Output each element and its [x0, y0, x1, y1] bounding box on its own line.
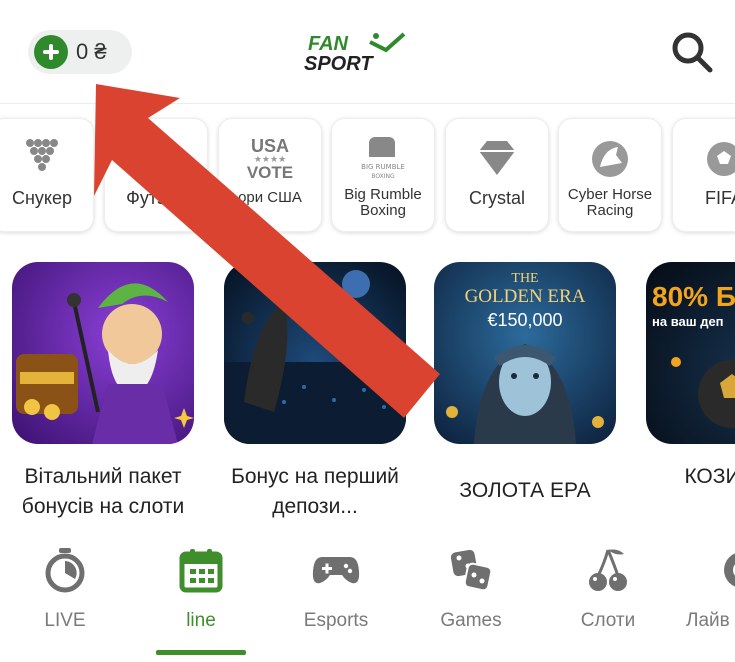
- category-label: Cyber Horse Racing: [567, 186, 653, 219]
- category-label: Снукер: [11, 188, 73, 208]
- cherries-icon: [553, 544, 663, 596]
- stopwatch-icon: [10, 544, 120, 596]
- nav-label: Лайв: [686, 610, 730, 631]
- app-screen: 0 ₴ FAN SPORT Снукер Футзал USA ★★★★ VOT…: [0, 0, 735, 662]
- svg-text:GOLDEN ERA: GOLDEN ERA: [465, 286, 586, 307]
- gamepad-icon: [281, 544, 391, 596]
- horse-icon: [559, 129, 661, 189]
- promo-image-slots-wizard[interactable]: [12, 262, 194, 444]
- search-icon[interactable]: [668, 28, 716, 76]
- svg-text:USA: USA: [251, 136, 289, 156]
- boxing-glove-icon: BIG RUMBLE BOXING: [332, 129, 434, 189]
- nav-line[interactable]: line: [146, 536, 256, 656]
- balance-amount: 0 ₴: [76, 39, 107, 64]
- nav-label: Слоти: [580, 610, 636, 631]
- promo-card[interactable]: THE GOLDEN ERA €150,000 ЗОЛОТА ЕРА: [434, 262, 616, 506]
- promo-card[interactable]: Вітальний пакет бонусів на слоти: [12, 262, 194, 522]
- svg-text:SPORT: SPORT: [304, 53, 374, 75]
- svg-text:на ваш деп: на ваш деп: [652, 314, 724, 329]
- category-fifa[interactable]: FIFA: [672, 118, 735, 232]
- category-usa-elections[interactable]: USA ★★★★ VOTE ори США: [218, 118, 322, 232]
- promo-image-bonus-deposit[interactable]: 80% Б на ваш деп: [646, 262, 735, 444]
- promo-carousel: Вітальний пакет бонусів на слоти Бонус н…: [0, 262, 735, 522]
- nav-live[interactable]: LIVE: [10, 536, 120, 656]
- nav-esports[interactable]: Esports: [281, 536, 391, 656]
- top-header: 0 ₴ FAN SPORT: [0, 0, 735, 104]
- diamond-icon: [446, 129, 548, 189]
- promo-card[interactable]: Бонус на перший депози...: [224, 262, 406, 522]
- add-funds-icon[interactable]: [34, 35, 68, 69]
- promo-caption: Бонус на перший депози...: [231, 465, 399, 518]
- svg-text:BOXING: BOXING: [371, 173, 395, 180]
- nav-label: Esports: [303, 610, 369, 631]
- chip-icon: [684, 544, 735, 596]
- promo-image-golden-era[interactable]: THE GOLDEN ERA €150,000: [434, 262, 616, 444]
- svg-text:€150,000: €150,000: [487, 310, 562, 330]
- category-label: Big Rumble Boxing: [344, 186, 422, 219]
- fansport-logo[interactable]: FAN SPORT: [300, 28, 420, 78]
- active-tab-indicator: [156, 650, 246, 655]
- nav-live-casino[interactable]: Лайв: [684, 536, 735, 656]
- dice-icon: [416, 544, 526, 596]
- promo-card[interactable]: 80% Б на ваш деп КОЗИ СЕР: [646, 262, 735, 492]
- sport-categories: Снукер Футзал USA ★★★★ VOTE ори США BIG …: [0, 118, 735, 234]
- svg-text:VOTE: VOTE: [247, 163, 293, 182]
- svg-text:FAN: FAN: [308, 33, 349, 55]
- calendar-icon: [146, 544, 256, 596]
- futsal-icon: [105, 129, 207, 189]
- usa-vote-icon: USA ★★★★ VOTE: [219, 129, 321, 189]
- svg-text:80% Б: 80% Б: [652, 281, 735, 312]
- promo-caption: КОЗИ СЕР: [684, 465, 735, 488]
- bottom-navigation: LIVE line Esports Games Слоти Лайв: [0, 536, 735, 662]
- svg-text:BIG RUMBLE: BIG RUMBLE: [361, 163, 405, 171]
- promo-caption: ЗОЛОТА ЕРА: [459, 479, 591, 502]
- category-futsal[interactable]: Футзал: [104, 118, 208, 232]
- nav-label: LIVE: [44, 610, 86, 631]
- football-icon: [673, 129, 735, 189]
- promo-image-first-deposit[interactable]: [224, 262, 406, 444]
- category-snooker[interactable]: Снукер: [0, 118, 94, 232]
- category-label: Футзал: [126, 188, 186, 208]
- nav-games[interactable]: Games: [416, 536, 526, 656]
- category-crystal[interactable]: Crystal: [445, 118, 549, 232]
- nav-label: Games: [440, 610, 502, 631]
- nav-slots[interactable]: Слоти: [553, 536, 663, 656]
- category-label: FIFA: [704, 188, 735, 208]
- category-big-rumble-boxing[interactable]: BIG RUMBLE BOXING Big Rumble Boxing: [331, 118, 435, 232]
- category-cyber-horse-racing[interactable]: Cyber Horse Racing: [558, 118, 662, 232]
- svg-text:THE: THE: [511, 271, 538, 286]
- balance-button[interactable]: 0 ₴: [28, 30, 132, 74]
- category-label: Crystal: [468, 188, 525, 208]
- nav-label: line: [186, 610, 216, 631]
- snooker-icon: [0, 129, 93, 189]
- promo-caption: Вітальний пакет бонусів на слоти: [21, 465, 185, 518]
- category-label: ори США: [238, 189, 302, 206]
